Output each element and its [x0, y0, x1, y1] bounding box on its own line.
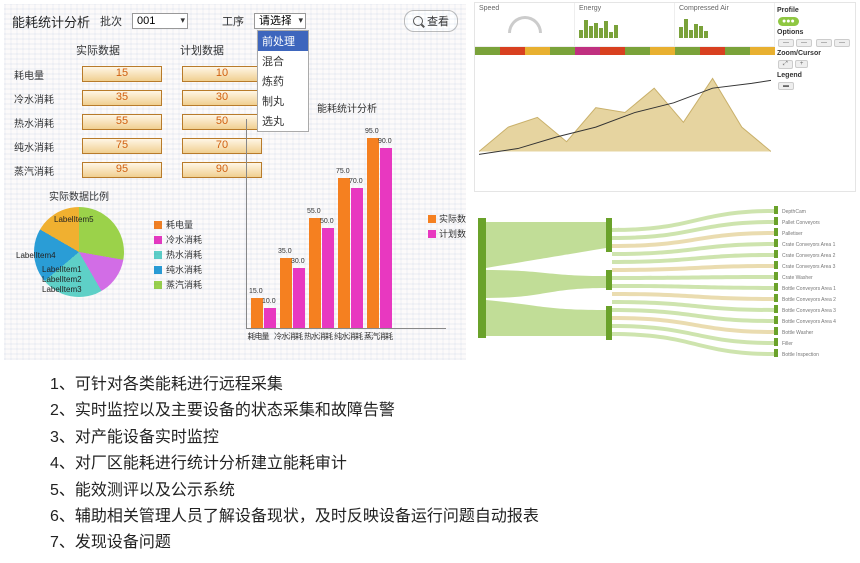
list-item: 1、可针对各类能耗进行远程采集 [50, 372, 539, 398]
pie-legend: 耗电量 冷水消耗 热水消耗 纯水消耗 蒸汽消耗 [154, 218, 202, 297]
value-cell: 10 [182, 66, 262, 82]
value-cell: 15 [82, 66, 162, 82]
batch-label: 批次 [100, 13, 122, 29]
dropdown-option[interactable]: 制丸 [258, 91, 308, 111]
gauge-air: Compressed Air [675, 3, 775, 46]
col-actual: 实际数据 [76, 42, 120, 58]
process-dropdown-open[interactable]: 前处理 混合 炼药 制丸 选丸 [257, 30, 309, 132]
value-cell: 75 [82, 138, 162, 154]
option-button[interactable]: — [816, 39, 832, 47]
process-label: 工序 [222, 13, 244, 29]
svg-text:Bottle Conveyors Area 4: Bottle Conveyors Area 4 [782, 319, 836, 325]
pie-chart: 实际数据比例 LabelItem5 LabelItem4 LabelItem1 … [14, 188, 144, 297]
legend-swatch [154, 281, 162, 289]
svg-text:Bottle Inspection: Bottle Inspection [782, 352, 819, 358]
gauge-energy: Energy [575, 3, 675, 46]
svg-text:Crate Conveyors Area 2: Crate Conveyors Area 2 [782, 253, 836, 259]
svg-text:Bottle Conveyors Area 2: Bottle Conveyors Area 2 [782, 297, 836, 303]
search-icon [413, 16, 423, 26]
feature-list: 1、可针对各类能耗进行远程采集2、实时监控以及主要设备的状态采集和故障告警3、对… [50, 372, 539, 557]
bar-chart: 能耗统计分析 15.010.035.030.055.050.075.070.09… [236, 100, 458, 354]
value-cell: 55 [82, 114, 162, 130]
value-cell: 35 [82, 90, 162, 106]
svg-text:DepthCam: DepthCam [782, 209, 806, 215]
option-button[interactable]: — [796, 39, 812, 47]
zoom-button[interactable]: ⤢ [778, 60, 793, 69]
table-row: 耗电量1510 [14, 66, 466, 82]
dropdown-option[interactable]: 选丸 [258, 111, 308, 131]
svg-text:Crate Washer: Crate Washer [782, 275, 813, 281]
option-button[interactable]: — [778, 39, 794, 47]
dropdown-option[interactable]: 炼药 [258, 71, 308, 91]
trend-chart [479, 59, 771, 169]
panel-header: 能耗统计分析 批次 001 工序 请选择 查看 [4, 4, 466, 38]
pie-graphic: LabelItem5 LabelItem4 LabelItem1 LabelIt… [34, 207, 124, 297]
process-select[interactable]: 请选择 [254, 13, 306, 29]
profile-pill[interactable]: ●●● [778, 17, 799, 26]
dropdown-option[interactable]: 前处理 [258, 31, 308, 51]
list-item: 7、发现设备问题 [50, 530, 539, 556]
svg-text:Filler: Filler [782, 341, 793, 347]
value-cell: 95 [82, 162, 162, 178]
cursor-button[interactable]: + [795, 60, 809, 68]
option-button[interactable]: — [834, 39, 850, 47]
legend-swatch [154, 251, 162, 259]
batch-select[interactable]: 001 [132, 13, 188, 29]
bar-legend: 实际数 计划数 [428, 210, 466, 242]
list-item: 2、实时监控以及主要设备的状态采集和故障告警 [50, 398, 539, 424]
gauge-speed: Speed [475, 3, 575, 46]
list-item: 4、对厂区能耗进行统计分析建立能耗审计 [50, 451, 539, 477]
svg-text:Bottle Conveyors Area 3: Bottle Conveyors Area 3 [782, 308, 836, 314]
legend-swatch [428, 215, 436, 223]
svg-text:Bottle Washer: Bottle Washer [782, 330, 814, 336]
svg-text:Palletiser: Palletiser [782, 231, 803, 237]
bar-plot: 15.010.035.030.055.050.075.070.095.090.0 [246, 119, 446, 329]
dashboard-panel: Speed Energy Compressed Air Profile ●●● … [474, 2, 856, 192]
list-item: 5、能效测评以及公示系统 [50, 478, 539, 504]
legend-swatch [154, 266, 162, 274]
svg-text:Crate Conveyors Area 1: Crate Conveyors Area 1 [782, 242, 836, 248]
legend-item: ▬ [778, 82, 794, 90]
list-item: 3、对产能设备实时监控 [50, 425, 539, 451]
dashboard-sidebar: Profile ●●● Options —— —— Zoom/Cursor ⤢+… [775, 3, 855, 191]
legend-swatch [428, 230, 436, 238]
svg-text:Crate Conveyors Area 3: Crate Conveyors Area 3 [782, 264, 836, 270]
panel-title: 能耗统计分析 [12, 12, 90, 31]
sankey-diagram: DepthCam Pallet Conveyors Palletiser Crate … [476, 198, 854, 362]
svg-text:Pallet Conveyors: Pallet Conveyors [782, 220, 820, 226]
list-item: 6、辅助相关管理人员了解设备现状，及时反映设备运行问题自动报表 [50, 504, 539, 530]
legend-swatch [154, 236, 162, 244]
legend-swatch [154, 221, 162, 229]
search-button[interactable]: 查看 [404, 10, 458, 32]
stats-panel: 能耗统计分析 批次 001 工序 请选择 查看 前处理 混合 炼药 制丸 选丸 … [4, 4, 466, 360]
svg-text:Bottle Conveyors Area 1: Bottle Conveyors Area 1 [782, 286, 836, 292]
col-plan: 计划数据 [180, 42, 224, 58]
dropdown-option[interactable]: 混合 [258, 51, 308, 71]
